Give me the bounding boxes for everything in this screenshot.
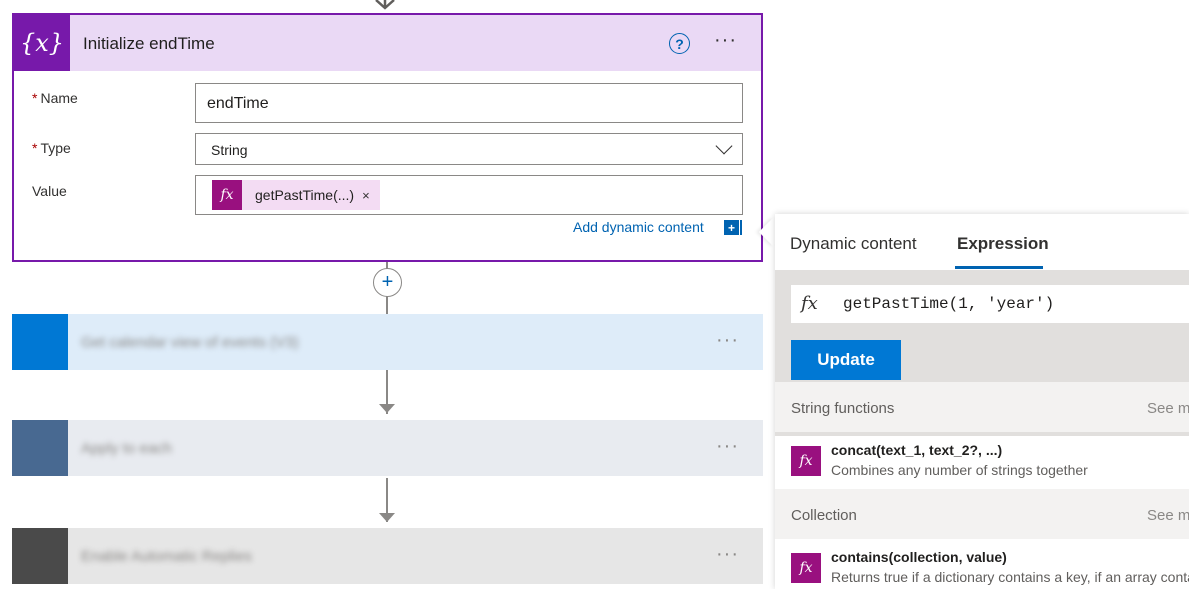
section-title: String functions: [791, 400, 895, 417]
calendar-icon: [12, 528, 68, 584]
value-label: Value: [32, 183, 67, 199]
down-arrow-icon: [375, 0, 395, 10]
card-title: Initialize endTime: [83, 34, 215, 53]
function-icon: fx: [212, 180, 242, 210]
name-value: endTime: [207, 95, 269, 112]
dynamic-content-panel: Dynamic content Expression fx getPastTim…: [775, 214, 1189, 589]
expression-text: getPastTime(1, 'year'): [843, 295, 1055, 313]
card-header[interactable]: {x} Initialize endTime ? ···: [14, 15, 761, 71]
variable-icon: {x}: [14, 15, 70, 71]
step-title: Get calendar view of events (V3): [81, 334, 299, 351]
see-more-link[interactable]: See more: [1147, 507, 1189, 524]
remove-token-button[interactable]: ×: [362, 188, 370, 203]
add-icon-bar: [740, 220, 742, 235]
more-options-icon[interactable]: ···: [716, 435, 739, 458]
help-icon[interactable]: ?: [669, 33, 690, 54]
function-description: Combines any number of strings together: [831, 462, 1088, 478]
function-description: Returns true if a dictionary contains a …: [831, 569, 1189, 585]
function-icon: fx: [791, 446, 821, 476]
see-more-link[interactable]: See more: [1147, 400, 1189, 417]
value-field[interactable]: fx getPastTime(...) ×: [195, 175, 743, 215]
section-title: Collection: [791, 507, 857, 524]
function-icon: fx: [801, 293, 818, 314]
connector-arrow-icon: [379, 513, 395, 522]
name-label: * Name: [32, 90, 78, 106]
expression-editor-area: fx getPastTime(1, 'year') Update: [775, 270, 1189, 436]
section-header-collection: Collection See more: [775, 489, 1189, 539]
add-icon[interactable]: +: [724, 220, 739, 235]
tab-expression[interactable]: Expression: [957, 234, 1049, 254]
step-title: Apply to each: [81, 440, 172, 457]
type-value: String: [211, 142, 248, 158]
active-tab-indicator: [955, 266, 1043, 269]
update-button[interactable]: Update: [791, 340, 901, 380]
flow-designer-canvas: {x} Initialize endTime ? ··· * Name endTi…: [0, 0, 1189, 589]
step-card-calendar[interactable]: Get calendar view of events (V3) ···: [12, 314, 763, 370]
function-item-contains[interactable]: fx contains(collection, value) Returns t…: [775, 539, 1189, 589]
expression-input[interactable]: fx getPastTime(1, 'year'): [791, 285, 1189, 323]
section-header-string-functions: String functions See more: [775, 382, 1189, 432]
function-icon: fx: [791, 553, 821, 583]
more-options-icon[interactable]: ···: [716, 543, 739, 566]
chevron-down-icon: [715, 137, 733, 155]
expression-token[interactable]: fx getPastTime(...) ×: [212, 180, 380, 210]
function-item-concat[interactable]: fx concat(text_1, text_2?, ...) Combines…: [775, 432, 1189, 488]
step-title: Enable Automatic Replies: [81, 548, 252, 565]
type-select[interactable]: String: [195, 133, 743, 165]
tab-dynamic-content[interactable]: Dynamic content: [790, 234, 917, 254]
token-label: getPastTime(...): [255, 187, 355, 203]
insert-step-button[interactable]: +: [373, 268, 402, 297]
more-options-icon[interactable]: ···: [716, 329, 739, 352]
initialize-variable-card: {x} Initialize endTime ? ··· * Name endTi…: [12, 13, 763, 262]
function-name: contains(collection, value): [831, 549, 1007, 565]
more-options-icon[interactable]: ···: [714, 29, 737, 52]
step-card-apply-each[interactable]: Apply to each ···: [12, 420, 763, 476]
outlook-icon: [12, 314, 68, 370]
step-card-auto-replies[interactable]: Enable Automatic Replies ···: [12, 528, 763, 584]
type-label: * Type: [32, 140, 71, 156]
function-name: concat(text_1, text_2?, ...): [831, 442, 1003, 458]
loop-icon: [12, 420, 68, 476]
add-dynamic-content-link[interactable]: Add dynamic content: [573, 219, 704, 235]
connector-arrow-icon: [379, 404, 395, 413]
name-field[interactable]: endTime: [195, 83, 743, 123]
